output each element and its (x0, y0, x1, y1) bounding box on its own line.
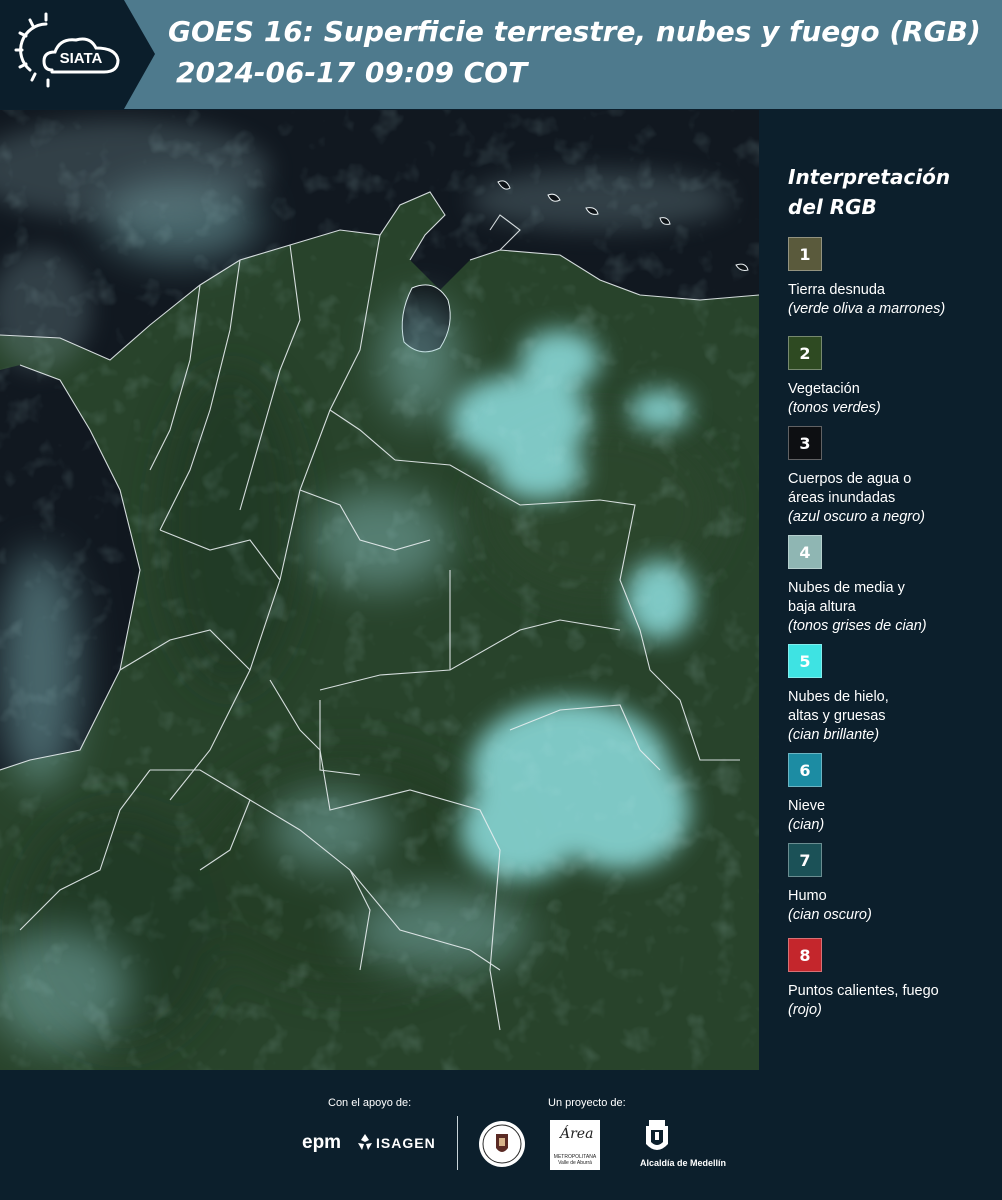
siata-logo[interactable]: SIATA (0, 0, 155, 109)
legend-label: Tierra desnuda (788, 282, 885, 298)
legend-item-low-clouds: 4 Nubes de media y baja altura (tonos gr… (788, 535, 998, 644)
legend-note: (tonos grises de cian) (788, 618, 927, 634)
isagen-logo-text: ISAGEN (376, 1135, 436, 1151)
epm-logo[interactable]: epm (302, 1132, 341, 1154)
legend-label: Nubes de hielo, altas y gruesas (788, 688, 998, 726)
siata-logo-text: SIATA (60, 50, 103, 67)
legend-label: Nieve (788, 798, 826, 814)
alcaldia-medellin-text: Alcaldía de Medellín (640, 1158, 727, 1168)
legend-note: (cian) (788, 817, 825, 833)
coat-of-arms-icon (646, 1120, 668, 1150)
footer-divider (457, 1116, 458, 1170)
legend-swatch: 2 (788, 336, 822, 370)
cloud-layer (0, 110, 759, 1070)
legend-title-line2: del RGB (788, 195, 877, 219)
page-timestamp: 2024-06-17 09:09 COT (176, 56, 528, 89)
legend-swatch: 3 (788, 426, 822, 460)
header-bar: SIATA GOES 16: Superficie terrestre, nub… (0, 0, 1002, 109)
legend-label: Cuerpos de agua o áreas inundadas (788, 470, 998, 508)
legend-swatch: 6 (788, 753, 822, 787)
legend-swatch: 1 (788, 237, 822, 271)
legend-swatch: 7 (788, 843, 822, 877)
siata-logo-graphic: SIATA (0, 0, 155, 109)
legend-label: Vegetación (788, 381, 860, 397)
support-label: Con el apoyo de: (328, 1097, 412, 1109)
legend-note: (cian brillante) (788, 727, 880, 743)
legend-item-fire: 8 Puntos calientes, fuego (rojo) (788, 938, 998, 1028)
legend-label-line: baja altura (788, 599, 856, 615)
footer: Con el apoyo de: Un proyecto de: epm ISA… (0, 1072, 1002, 1200)
satellite-map[interactable] (0, 110, 759, 1070)
legend-note: (rojo) (788, 1002, 822, 1018)
legend-note: (tonos verdes) (788, 400, 881, 416)
legend-label: Humo (788, 888, 827, 904)
alcaldia-medellin-logo[interactable]: Alcaldía de Medellín (640, 1120, 726, 1170)
page-title: GOES 16: Superficie terrestre, nubes y f… (168, 15, 981, 48)
legend-title-line1: Interpretación (788, 165, 951, 189)
legend: Interpretación del RGB 1 Tierra desnuda … (788, 162, 998, 1028)
legend-note: (azul oscuro a negro) (788, 509, 926, 525)
legend-label-line: altas y gruesas (788, 708, 886, 724)
legend-item-ice-clouds: 5 Nubes de hielo, altas y gruesas (cian … (788, 644, 998, 753)
area-metropolitana-wordmark: Área (560, 1126, 594, 1142)
legend-item-snow: 6 Nieve (cian) (788, 753, 998, 843)
legend-note: (verde oliva a marrones) (788, 301, 946, 317)
legend-label-line: áreas inundadas (788, 490, 896, 506)
area-metropolitana-caption: METROPOLITANA Valle de Aburrá (553, 1154, 597, 1166)
legend-swatch: 5 (788, 644, 822, 678)
legend-label: Nubes de media y baja altura (788, 579, 998, 617)
legend-label-line: Cuerpos de agua o (788, 471, 912, 487)
legend-title: Interpretación del RGB (788, 162, 998, 222)
area-metropolitana-logo[interactable]: Área METROPOLITANA Valle de Aburrá (550, 1120, 600, 1170)
legend-item-bare-soil: 1 Tierra desnuda (verde oliva a marrones… (788, 237, 998, 336)
legend-label: Puntos calientes, fuego (788, 983, 939, 999)
legend-swatch: 8 (788, 938, 822, 972)
legend-label-line: Nubes de media y (788, 580, 905, 596)
legend-note: (cian oscuro) (788, 907, 872, 923)
legend-item-vegetation: 2 Vegetación (tonos verdes) (788, 336, 998, 426)
legend-swatch: 4 (788, 535, 822, 569)
legend-label-line: Nubes de hielo, (788, 689, 889, 705)
project-label: Un proyecto de: (548, 1097, 626, 1109)
isagen-mark-icon (358, 1134, 372, 1150)
university-seal-logo[interactable] (478, 1120, 526, 1168)
legend-item-smoke: 7 Humo (cian oscuro) (788, 843, 998, 938)
legend-item-water: 3 Cuerpos de agua o áreas inundadas (azu… (788, 426, 998, 535)
